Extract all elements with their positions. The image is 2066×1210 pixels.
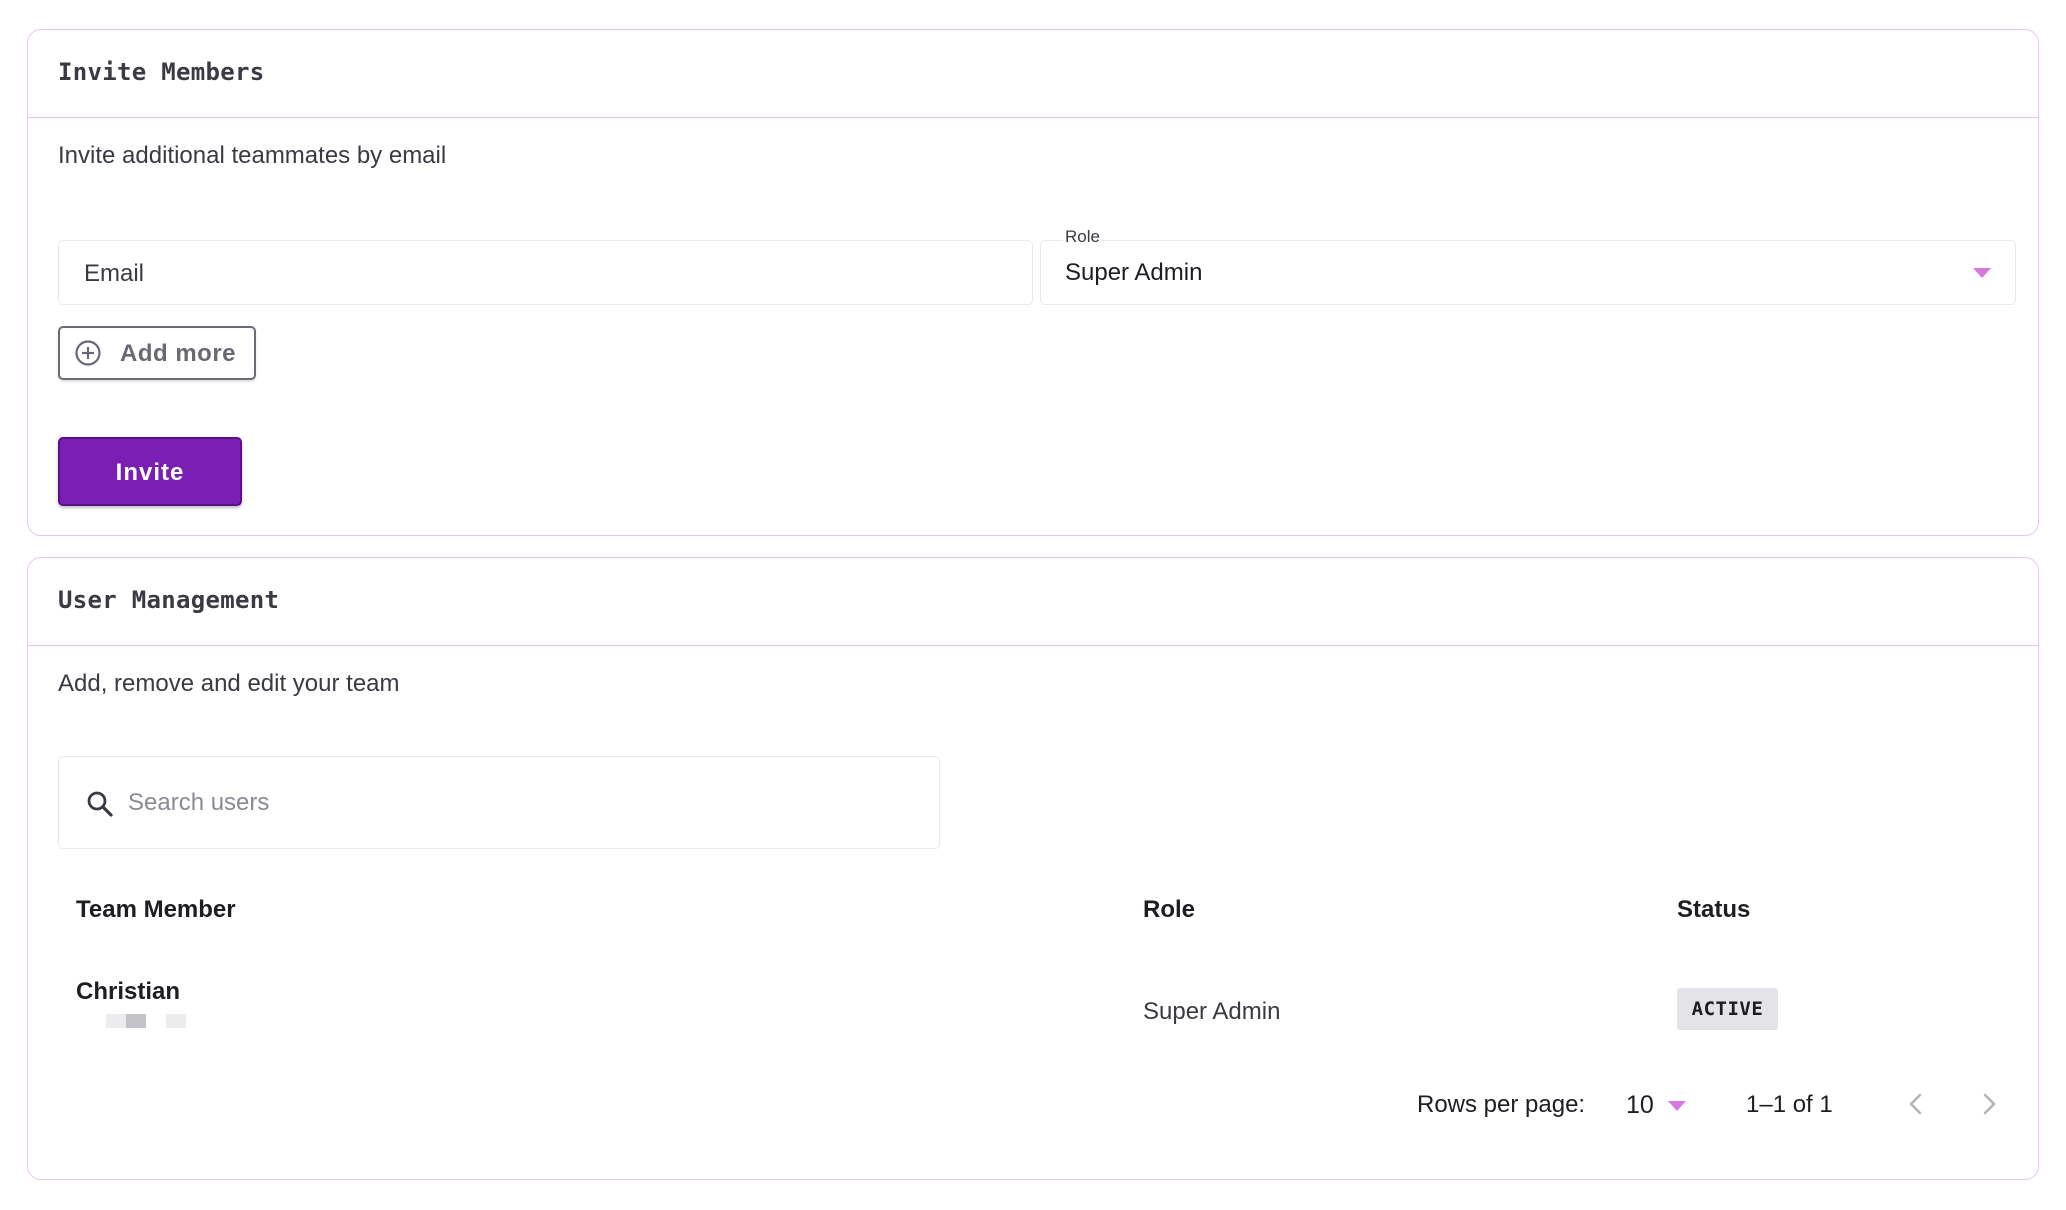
invite-button-label: Invite: [115, 459, 185, 486]
column-header-role[interactable]: Role: [1143, 896, 1195, 924]
add-more-label: Add more: [120, 340, 237, 367]
status-badge: ACTIVE: [1677, 988, 1778, 1030]
plus-circle-icon: [75, 340, 101, 366]
invite-button[interactable]: Invite: [58, 437, 242, 506]
search-icon: [87, 791, 113, 817]
invite-members-header: Invite Members: [28, 30, 2038, 118]
chevron-left-icon: [1909, 1093, 1922, 1115]
member-role: Super Admin: [1143, 998, 1281, 1025]
add-more-button[interactable]: Add more: [58, 326, 256, 380]
pagination-range: 1–1 of 1: [1746, 1091, 1833, 1118]
user-management-title: User Management: [58, 586, 280, 614]
email-field[interactable]: Email: [58, 240, 1033, 305]
rows-per-page-value: 10: [1626, 1091, 1654, 1119]
chevron-right-icon: [1983, 1093, 1996, 1115]
user-management-header: User Management: [28, 558, 2038, 646]
caret-down-icon: [1973, 268, 1991, 278]
search-placeholder: Search users: [128, 789, 270, 816]
role-select[interactable]: Super Admin: [1040, 240, 2016, 305]
rows-per-page-select[interactable]: 10: [1618, 1081, 1696, 1127]
column-header-team-member[interactable]: Team Member: [76, 896, 236, 924]
status-badge-text: ACTIVE: [1691, 998, 1764, 1020]
user-management-card: User Management Add, remove and edit you…: [27, 557, 2039, 1180]
redacted-email: [106, 1014, 196, 1030]
caret-down-icon: [1668, 1101, 1686, 1111]
invite-members-subtitle: Invite additional teammates by email: [58, 142, 447, 169]
previous-page-button[interactable]: [1894, 1082, 1938, 1126]
invite-members-card: Invite Members Invite additional teammat…: [27, 29, 2039, 536]
invite-members-title: Invite Members: [58, 58, 265, 86]
search-input[interactable]: Search users: [58, 756, 940, 849]
role-select-value: Super Admin: [1065, 259, 1203, 286]
rows-per-page-label: Rows per page:: [1417, 1091, 1586, 1118]
email-placeholder: Email: [84, 260, 145, 287]
column-header-status[interactable]: Status: [1677, 896, 1750, 924]
user-management-subtitle: Add, remove and edit your team: [58, 670, 400, 697]
role-field-label: Role: [1063, 227, 1102, 247]
next-page-button[interactable]: [1967, 1082, 2011, 1126]
member-name: Christian: [76, 978, 181, 1005]
